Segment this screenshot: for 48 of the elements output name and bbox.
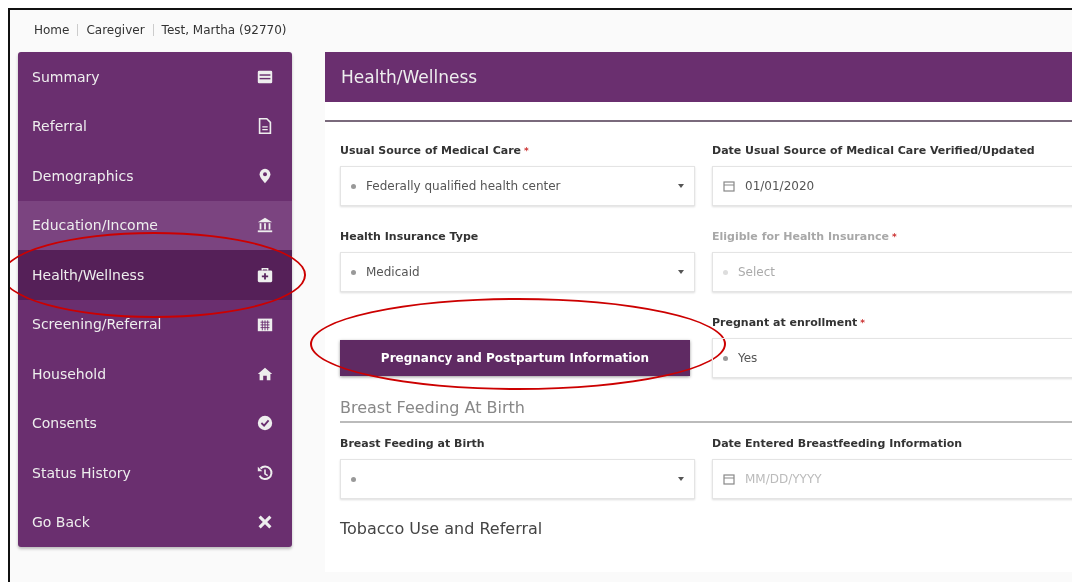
field-label: Date Usual Source of Medical Care Verified/Updated [712,144,1035,157]
history-icon [256,463,274,482]
field-label: Eligible for Health Insurance [712,230,889,243]
pregnancy-info-button[interactable]: Pregnancy and Postpartum Information [340,340,690,376]
bullet-icon [351,183,356,189]
sidebar-item[interactable]: Consents [18,398,292,448]
field-label: Usual Source of Medical Care [340,144,522,157]
bullet-icon [723,355,728,361]
caret-icon [678,270,684,274]
required-asterisk: * [892,232,897,242]
sidebar-item[interactable]: Referral [18,101,292,151]
dropdown-field[interactable]: Federally qualified health center [340,166,695,206]
sidebar-item[interactable]: Screening/Referral [18,299,292,349]
bullet-icon [351,476,356,482]
required-asterisk: * [524,146,529,156]
sidebar-item[interactable]: Household [18,349,292,399]
sidebar-item[interactable]: Demographics [18,151,292,201]
date-field[interactable]: 01/01/2020 [712,166,1072,206]
panel-title: Health/Wellness [341,67,478,87]
calendar-icon [723,180,735,192]
breadcrumb-link[interactable]: Caregiver [86,22,145,37]
caret-icon [678,477,684,481]
caret-icon [678,184,684,188]
sidebar-item[interactable]: Education/Income [18,200,292,250]
medical-kit-icon [256,265,274,284]
field-label: Date Entered Breastfeeding Information [712,437,963,450]
bullet-icon [351,269,356,275]
dropdown-field[interactable] [340,459,695,499]
field-label: Health Insurance Type [340,230,479,243]
section-heading: Breast Feeding At Birth [340,398,1072,423]
dropdown-field[interactable]: Medicaid [340,252,695,292]
sidebar-item[interactable]: Status History [18,448,292,498]
sidebar-item[interactable]: Go Back [18,497,292,547]
section-heading: Tobacco Use and Referral [340,519,544,540]
dropdown-field: Select [712,252,1072,292]
breadcrumb-link[interactable]: Test, Martha (92770) [161,22,287,37]
sidebar-item[interactable]: Health/Wellness [18,250,292,300]
field-label: Pregnant at enrollment [712,316,858,329]
breadcrumb-link[interactable]: Home [34,22,70,37]
check-circle-icon [256,414,274,433]
required-asterisk: * [860,318,866,328]
bullet-icon [723,269,728,275]
calendar-icon [723,473,735,485]
bank-icon [256,216,274,235]
document-icon [256,117,274,136]
dropdown-field[interactable]: Yes [712,338,1072,378]
field-label: Breast Feeding at Birth [340,437,485,450]
sidebar-item[interactable]: Summary [18,52,292,102]
